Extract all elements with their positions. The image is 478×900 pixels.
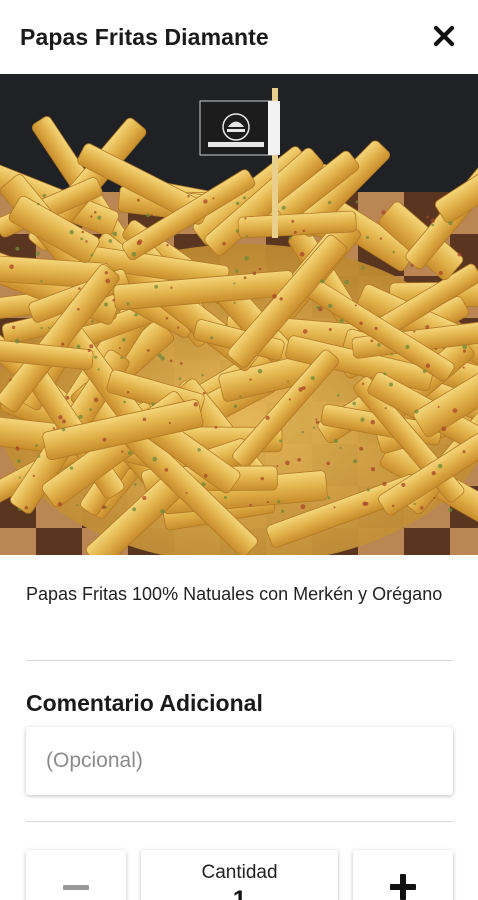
increase-quantity-button[interactable] bbox=[353, 850, 453, 900]
product-title: Papas Fritas Diamante bbox=[20, 23, 269, 50]
product-description: Papas Fritas 100% Natuales con Merkén y … bbox=[26, 584, 443, 604]
comment-section-title: Comentario Adicional bbox=[26, 690, 263, 716]
plus-icon bbox=[390, 874, 416, 900]
product-detail-modal: Papas Fritas Diamante Papas Fritas 100% … bbox=[0, 0, 478, 900]
divider bbox=[26, 821, 453, 822]
comment-field-container bbox=[26, 727, 453, 795]
product-image bbox=[0, 74, 478, 555]
comment-input[interactable] bbox=[46, 749, 433, 773]
quantity-value: 1 bbox=[232, 886, 247, 900]
quantity-display: Cantidad 1 bbox=[141, 850, 338, 900]
decrease-quantity-button[interactable] bbox=[26, 850, 126, 900]
close-icon bbox=[433, 25, 455, 47]
minus-icon bbox=[63, 885, 89, 890]
close-button[interactable] bbox=[430, 22, 458, 50]
quantity-label: Cantidad bbox=[201, 862, 278, 883]
modal-header: Papas Fritas Diamante bbox=[0, 0, 478, 74]
divider bbox=[26, 660, 453, 661]
